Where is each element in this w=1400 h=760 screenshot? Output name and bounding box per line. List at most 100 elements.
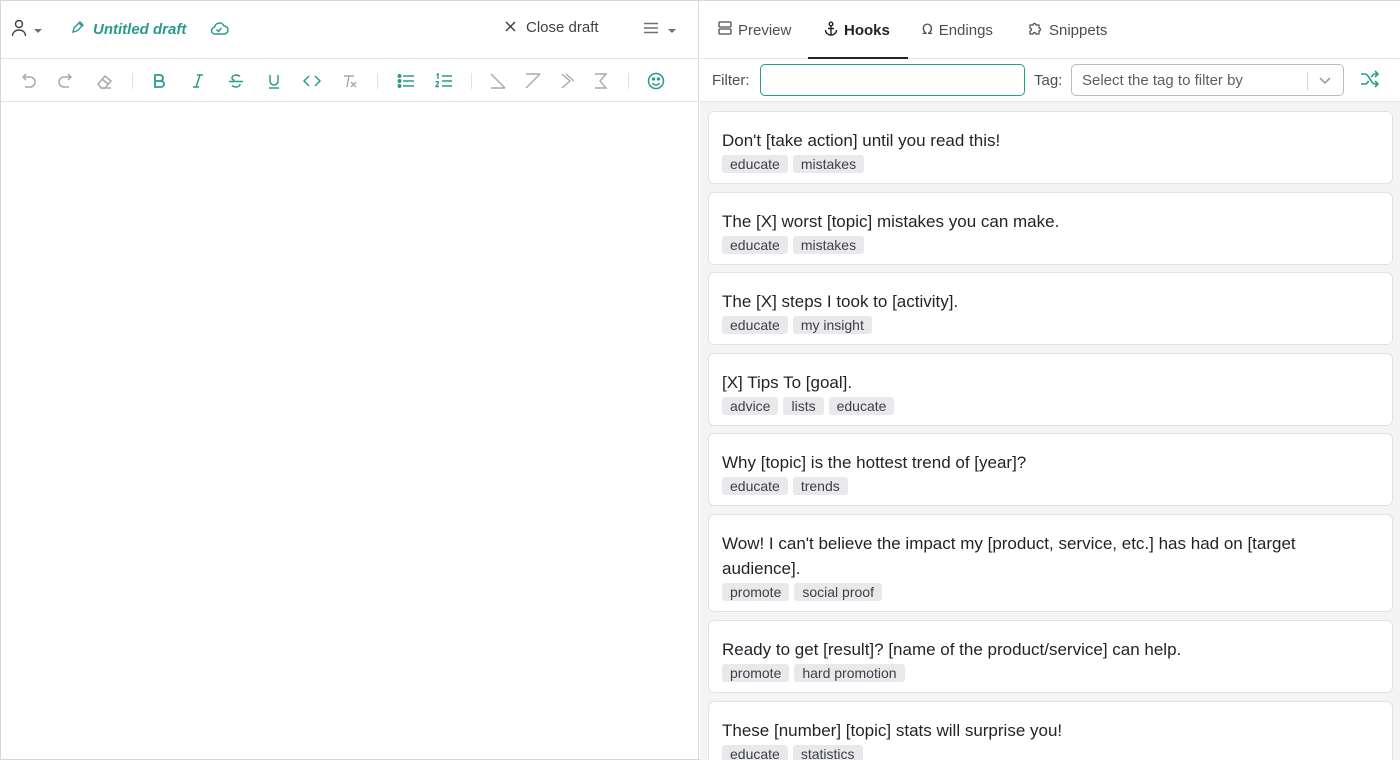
toolbar-divider — [377, 73, 378, 89]
tag-chip: my insight — [792, 316, 872, 334]
hook-tags: educate trends — [722, 477, 848, 495]
hamburger-icon — [643, 21, 659, 39]
draft-title-text: Untitled draft — [93, 20, 187, 38]
tag-chip: mistakes — [792, 155, 865, 173]
editor-pane: Untitled draft Close draft — [1, 1, 699, 760]
tag-chip: advice — [722, 397, 779, 415]
preview-icon — [718, 21, 732, 39]
bold-icon[interactable] — [148, 70, 170, 92]
tag-chip: educate — [722, 155, 788, 173]
hook-card[interactable]: Ready to get [result]? [name of the prod… — [708, 620, 1393, 693]
tag-chip: promote — [722, 583, 790, 601]
italic-icon[interactable] — [187, 70, 209, 92]
tag-chip: social proof — [794, 583, 882, 601]
close-draft-label: Close draft — [526, 19, 599, 36]
hook-card[interactable]: Don't [take action] until you read this!… — [708, 111, 1393, 184]
tag-chip: hard promotion — [794, 664, 905, 682]
tag-chip: educate — [722, 236, 788, 254]
hook-text: Don't [take action] until you read this! — [722, 131, 1001, 150]
shuffle-icon[interactable] — [1360, 70, 1380, 93]
toolbar-divider — [628, 73, 629, 89]
close-draft-button[interactable]: Close draft — [505, 19, 599, 36]
tag-select[interactable]: Select the tag to filter by — [1071, 64, 1344, 96]
caret-down-icon — [33, 21, 43, 39]
tag-chip: trends — [792, 477, 848, 495]
close-icon — [505, 19, 516, 36]
eraser-icon[interactable] — [93, 70, 115, 92]
editor-header: Untitled draft Close draft — [1, 1, 699, 59]
tag-chip: educate — [722, 316, 788, 334]
hook-card[interactable]: Wow! I can't believe the impact my [prod… — [708, 514, 1393, 612]
clear-format-icon[interactable] — [339, 70, 361, 92]
bullet-list-icon[interactable] — [395, 70, 417, 92]
hook-card[interactable]: The [X] worst [topic] mistakes you can m… — [708, 192, 1393, 265]
formatting-toolbar — [1, 59, 699, 102]
hook-tags: educate my insight — [722, 316, 872, 334]
hook-tags: advice lists educate — [722, 397, 895, 415]
side-panel: Preview Hooks Ω Endings Snippets Filter: — [700, 1, 1400, 760]
hook-card[interactable]: [X] Tips To [goal]. advice lists educate — [708, 353, 1393, 426]
tab-snippets[interactable]: Snippets — [1028, 1, 1107, 59]
line-style-4-icon[interactable] — [590, 70, 612, 92]
draft-title[interactable]: Untitled draft — [71, 20, 186, 38]
tag-chip: lists — [783, 397, 824, 415]
tag-chip: educate — [722, 477, 788, 495]
tab-preview[interactable]: Preview — [718, 1, 791, 59]
hook-text: The [X] steps I took to [activity]. — [722, 292, 959, 311]
editor-area[interactable] — [1, 103, 699, 760]
numbered-list-icon[interactable] — [433, 70, 455, 92]
filter-label: Filter: — [712, 72, 750, 89]
hook-text: Why [topic] is the hottest trend of [yea… — [722, 453, 1027, 472]
strikethrough-icon[interactable] — [225, 70, 247, 92]
hook-tags: educate statistics — [722, 745, 863, 760]
hook-text: The [X] worst [topic] mistakes you can m… — [722, 212, 1060, 231]
redo-icon[interactable] — [55, 70, 77, 92]
undo-icon[interactable] — [17, 70, 39, 92]
puzzle-icon — [1028, 21, 1043, 40]
omega-icon: Ω — [922, 22, 933, 38]
chevron-down-icon — [1318, 73, 1332, 92]
hook-tags: promote hard promotion — [722, 664, 905, 682]
hook-text: Wow! I can't believe the impact my [prod… — [722, 534, 1296, 578]
line-style-1-icon[interactable] — [487, 70, 509, 92]
filter-input[interactable] — [760, 64, 1025, 96]
toolbar-divider — [471, 73, 472, 89]
hook-text: Ready to get [result]? [name of the prod… — [722, 640, 1182, 659]
cloud-sync-icon — [209, 20, 229, 41]
panel-tabs: Preview Hooks Ω Endings Snippets — [700, 1, 1400, 59]
underline-icon[interactable] — [263, 70, 285, 92]
tag-chip: educate — [722, 745, 788, 760]
line-style-3-icon[interactable] — [556, 70, 578, 92]
user-icon — [11, 19, 27, 42]
tag-label: Tag: — [1034, 72, 1063, 89]
code-icon[interactable] — [301, 70, 323, 92]
emoji-icon[interactable] — [645, 70, 667, 92]
document-menu[interactable] — [643, 21, 677, 39]
pen-icon — [71, 20, 85, 38]
filter-bar: Filter: Tag: Select the tag to filter by — [700, 59, 1400, 102]
hook-text: These [number] [topic] stats will surpri… — [722, 721, 1063, 740]
tab-snippets-label: Snippets — [1049, 21, 1108, 39]
hook-card[interactable]: These [number] [topic] stats will surpri… — [708, 701, 1393, 760]
tab-endings[interactable]: Ω Endings — [922, 1, 993, 59]
toolbar-divider — [132, 73, 133, 89]
tag-chip: statistics — [792, 745, 863, 760]
hook-card[interactable]: The [X] steps I took to [activity]. educ… — [708, 272, 1393, 345]
user-menu[interactable] — [11, 19, 43, 41]
hook-tags: educate mistakes — [722, 155, 865, 173]
app-window: Untitled draft Close draft Preview Hooks… — [0, 0, 1400, 760]
hook-tags: educate mistakes — [722, 236, 865, 254]
line-style-2-icon[interactable] — [522, 70, 544, 92]
hook-card[interactable]: Why [topic] is the hottest trend of [yea… — [708, 433, 1393, 506]
tab-hooks-label: Hooks — [844, 21, 890, 39]
select-divider — [1307, 72, 1308, 90]
hook-tags: promote social proof — [722, 583, 882, 601]
tab-hooks[interactable]: Hooks — [808, 1, 908, 59]
tag-chip: promote — [722, 664, 790, 682]
tag-select-placeholder: Select the tag to filter by — [1082, 72, 1243, 89]
tag-chip: educate — [828, 397, 895, 415]
tab-preview-label: Preview — [738, 21, 792, 39]
tag-chip: mistakes — [792, 236, 865, 254]
anchor-icon — [824, 21, 838, 40]
hook-text: [X] Tips To [goal]. — [722, 373, 853, 392]
